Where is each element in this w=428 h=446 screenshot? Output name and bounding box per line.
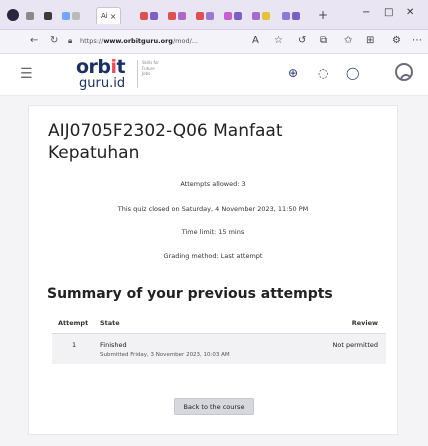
tab-favicon-icon: [150, 11, 158, 20]
tab-favicon-icon: [62, 11, 70, 20]
logo-divider: [137, 60, 138, 88]
tab-1[interactable]: [26, 7, 34, 24]
logo-accent-letter: i: [110, 56, 118, 78]
split-screen-icon[interactable]: ⧉: [320, 35, 327, 46]
attempt-number: 1: [72, 341, 77, 349]
tab-favicon-icon: [72, 11, 80, 20]
column-header-review: Review: [351, 318, 378, 327]
tab-2[interactable]: [44, 7, 52, 24]
grading-method: Grading method: Last attempt: [163, 252, 263, 260]
state-label: Finished: [100, 341, 127, 349]
extensions-icon[interactable]: ⚙: [392, 35, 401, 46]
column-header-state: State: [100, 318, 120, 327]
close-icon[interactable]: ×: [110, 12, 117, 21]
browser-nav-bar: ← ↻ 🔒︎ https://www.orbitguru.org/mod/...…: [0, 30, 428, 54]
url-domain: www.orbitguru.org: [103, 37, 173, 45]
tab-6[interactable]: [168, 7, 186, 24]
column-header-attempt: Attempt: [58, 318, 89, 327]
tab-8[interactable]: [224, 7, 242, 24]
browser-logo-icon: [7, 9, 19, 21]
table-row: 1 Finished Submitted Friday, 3 November …: [52, 334, 386, 364]
messages-icon[interactable]: ◯: [346, 66, 359, 80]
tab-favicon-icon: [140, 11, 148, 20]
tab-favicon-icon: [26, 11, 34, 20]
tab-favicon-icon: [292, 11, 300, 20]
tab-favicon-icon: [234, 11, 242, 20]
summary-heading: Summary of your previous attempts: [47, 286, 333, 302]
close-window-icon[interactable]: ✕: [406, 7, 414, 18]
back-to-course-button[interactable]: Back to the course: [174, 398, 254, 415]
new-tab-button[interactable]: +: [318, 8, 328, 22]
quiz-closed-date: This quiz closed on Saturday, 4 November…: [117, 205, 309, 213]
language-globe-icon[interactable]: ⊕: [288, 66, 298, 80]
tab-favicon-icon: [168, 11, 176, 20]
url-suffix: /mod/...: [172, 37, 198, 45]
tab-favicon-icon: [178, 11, 186, 20]
review-status: Not permitted: [332, 341, 379, 349]
reload-icon[interactable]: ↻: [50, 35, 58, 46]
logo-tagline: Skills for Future Jobs: [142, 60, 160, 76]
tab-active[interactable]: Ai ×: [96, 7, 122, 24]
read-aloud-icon[interactable]: A: [252, 35, 259, 46]
tab-favicon-icon: [44, 11, 52, 20]
hamburger-menu-icon[interactable]: ☰: [20, 66, 33, 82]
page-title: AIJ0705F2302-Q06 Manfaat Kepatuhan: [48, 121, 283, 163]
favorites-icon[interactable]: ✩: [344, 35, 352, 46]
tab-3[interactable]: [62, 7, 80, 24]
user-avatar[interactable]: [395, 63, 413, 81]
logo-top-text: orbit: [76, 56, 126, 78]
tab-favicon-icon: [224, 11, 232, 20]
url-prefix: https://: [80, 37, 104, 45]
refresh-extension-icon[interactable]: ↺: [298, 35, 306, 46]
back-arrow-icon[interactable]: ←: [30, 35, 38, 46]
tab-7[interactable]: [196, 7, 214, 24]
attempts-allowed: Attempts allowed: 3: [180, 180, 246, 188]
tab-5[interactable]: [140, 7, 158, 24]
tab-favicon-icon: [252, 11, 260, 20]
tab-favicon-icon: [282, 11, 290, 20]
tab-favicon-icon: [262, 11, 270, 20]
lock-icon[interactable]: 🔒︎: [68, 36, 72, 46]
site-logo[interactable]: orbit guru.id: [76, 56, 126, 91]
address-bar[interactable]: https://www.orbitguru.org/mod/...: [80, 34, 245, 49]
tab-10[interactable]: [282, 7, 300, 24]
browser-tab-strip: Ai × + − □ ✕: [0, 0, 428, 30]
table-header: Attempt State Review: [52, 312, 386, 334]
site-header: ☰ orbit guru.id Skills for Future Jobs ⊕…: [0, 54, 428, 96]
attempts-table: Attempt State Review 1 Finished Submitte…: [52, 312, 386, 364]
more-menu-icon[interactable]: ⋯: [412, 35, 422, 46]
minimize-icon[interactable]: −: [362, 7, 370, 18]
tab-favicon-icon: [206, 11, 214, 20]
favorite-star-icon[interactable]: ☆: [274, 35, 283, 46]
notification-bell-icon[interactable]: ◌: [318, 66, 328, 80]
attempt-state: Finished Submitted Friday, 3 November 20…: [100, 341, 310, 358]
tab-active-label: Ai: [101, 12, 108, 20]
time-limit: Time limit: 15 mins: [181, 228, 245, 236]
submitted-date: Submitted Friday, 3 November 2023, 10:03…: [100, 352, 230, 358]
logo-bottom-text: guru.id: [79, 76, 126, 91]
tab-9[interactable]: [252, 7, 270, 24]
tab-favicon-icon: [196, 11, 204, 20]
collections-icon[interactable]: ⊞: [366, 35, 374, 46]
maximize-icon[interactable]: □: [384, 7, 393, 18]
